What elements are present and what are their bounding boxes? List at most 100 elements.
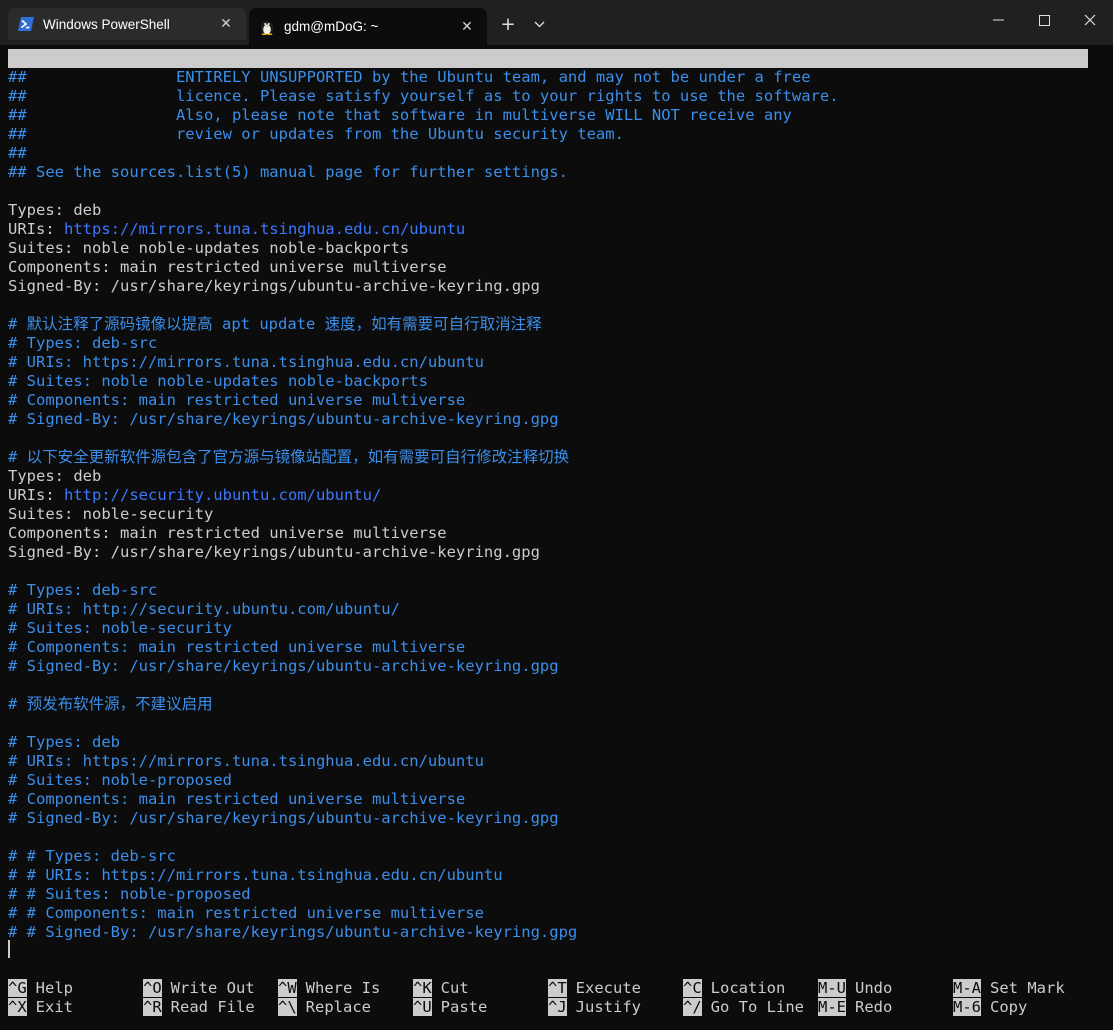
comment-line: # Components: main restricted universe m…: [8, 638, 839, 657]
editor-content[interactable]: ## ENTIRELY UNSUPPORTED by the Ubuntu te…: [8, 68, 839, 942]
close-tab-icon[interactable]: ✕: [212, 10, 240, 38]
terminal-area[interactable]: GNU nano 7.2 /etc/apt/sources.list.d/ubu…: [0, 45, 1113, 1030]
new-tab-button[interactable]: +: [494, 10, 522, 38]
shortcut-location: ^C Location: [683, 979, 785, 998]
comment-line: # Suites: noble-proposed: [8, 771, 839, 790]
line-text: Types: deb: [8, 201, 102, 219]
shortcut-key: ^X: [8, 998, 27, 1016]
comment-line: # Components: main restricted universe m…: [8, 391, 839, 410]
url-text: http://security.ubuntu.com/ubuntu/: [64, 486, 382, 504]
shortcut-label: Execute: [575, 979, 641, 997]
shortcut-row: ^X Exit ^R Read File ^\ Replace ^U Paste ^J Justi…: [8, 998, 1108, 1017]
line-text: # Types: deb-src: [8, 334, 158, 352]
line-text: URIs:: [8, 486, 64, 504]
line-text: # 默认注释了源码镜像以提高 apt update 速度，如有需要可自行取消注释: [8, 315, 542, 333]
comment-line: # Types: deb-src: [8, 581, 839, 600]
shortcut-key: ^T: [548, 979, 567, 997]
line-text: # Components: main restricted universe m…: [8, 391, 466, 409]
close-icon[interactable]: [1067, 0, 1113, 40]
line-text: # URIs: https://mirrors.tuna.tsinghua.ed…: [8, 752, 484, 770]
linux-penguin-icon: [259, 19, 275, 35]
comment-line: # Signed-By: /usr/share/keyrings/ubuntu-…: [8, 809, 839, 828]
shortcut-key: ^U: [413, 998, 432, 1016]
comment-line: # URIs: https://mirrors.tuna.tsinghua.ed…: [8, 353, 839, 372]
line-text: # # Suites: noble-proposed: [8, 885, 251, 903]
shortcut-key: ^C: [683, 979, 702, 997]
line-text: Components: main restricted universe mul…: [8, 258, 447, 276]
line-text: # # Components: main restricted universe…: [8, 904, 484, 922]
comment-line: # Types: deb-src: [8, 334, 839, 353]
line-text: # URIs: https://mirrors.tuna.tsinghua.ed…: [8, 353, 484, 371]
text-line: URIs: https://mirrors.tuna.tsinghua.edu.…: [8, 220, 839, 239]
line-text: ## See the sources.list(5) manual page f…: [8, 163, 568, 181]
shortcut-write-out: ^O Write Out: [143, 979, 255, 998]
comment-line: ## Also, please note that software in mu…: [8, 106, 839, 125]
shortcut-label: Help: [35, 979, 73, 997]
text-line: URIs: http://security.ubuntu.com/ubuntu/: [8, 486, 839, 505]
maximize-icon[interactable]: [1021, 0, 1067, 40]
comment-line: ##: [8, 144, 839, 163]
url-text: https://mirrors.tuna.tsinghua.edu.cn/ubu…: [64, 220, 466, 238]
powershell-icon: [18, 16, 34, 32]
comment-line: ## licence. Please satisfy yourself as t…: [8, 87, 839, 106]
text-line: Signed-By: /usr/share/keyrings/ubuntu-ar…: [8, 543, 839, 562]
shortcut-label: Write Out: [170, 979, 255, 997]
line-text: ## Also, please note that software in mu…: [8, 106, 792, 124]
line-text: URIs:: [8, 220, 64, 238]
shortcut-row: ^G Help ^O Write Out ^W Where Is ^K Cut ^T Execut…: [8, 979, 1108, 998]
line-text: Types: deb: [8, 467, 102, 485]
comment-line: # 以下安全更新软件源包含了官方源与镜像站配置，如有需要可自行修改注释切换: [8, 448, 839, 467]
text-line: Components: main restricted universe mul…: [8, 524, 839, 543]
line-text: Signed-By: /usr/share/keyrings/ubuntu-ar…: [8, 543, 540, 561]
comment-line: ## ENTIRELY UNSUPPORTED by the Ubuntu te…: [8, 68, 839, 87]
shortcut-key: M-U: [818, 979, 846, 997]
comment-line: # 预发布软件源，不建议启用: [8, 695, 839, 714]
shortcut-key: ^R: [143, 998, 162, 1016]
line-text: # Suites: noble-security: [8, 619, 232, 637]
title-bar: Windows PowerShell ✕ gdm@mDoG: ~ ✕ +: [0, 0, 1113, 45]
tab-gdm-terminal[interactable]: gdm@mDoG: ~ ✕: [249, 8, 487, 45]
shortcut-key: M-A: [953, 979, 981, 997]
line-text: # 以下安全更新软件源包含了官方源与镜像站配置，如有需要可自行修改注释切换: [8, 448, 570, 466]
line-text: # Suites: noble-proposed: [8, 771, 232, 789]
line-text: Components: main restricted universe mul…: [8, 524, 447, 542]
shortcut-undo: M-U Undo: [818, 979, 892, 998]
line-text: # 预发布软件源，不建议启用: [8, 695, 213, 713]
line-text: # # Types: deb-src: [8, 847, 176, 865]
tab-windows-powershell[interactable]: Windows PowerShell ✕: [8, 8, 246, 40]
tab-title: Windows PowerShell: [43, 16, 170, 32]
shortcut-label: Go To Line: [710, 998, 804, 1016]
shortcut-justify: ^J Justify: [548, 998, 641, 1017]
shortcut-key: ^K: [413, 979, 432, 997]
shortcut-redo: M-E Redo: [818, 998, 892, 1017]
shortcut-bar: ^G Help ^O Write Out ^W Where Is ^K Cut ^T Execut…: [8, 979, 1108, 1017]
comment-line: # URIs: https://mirrors.tuna.tsinghua.ed…: [8, 752, 839, 771]
nano-title-bar: GNU nano 7.2 /etc/apt/sources.list.d/ubu…: [8, 49, 1088, 105]
shortcut-key: ^W: [278, 979, 297, 997]
line-text: # # Signed-By: /usr/share/keyrings/ubunt…: [8, 923, 578, 941]
line-text: # URIs: http://security.ubuntu.com/ubunt…: [8, 600, 400, 618]
line-text: # Signed-By: /usr/share/keyrings/ubuntu-…: [8, 657, 559, 675]
line-text: # Components: main restricted universe m…: [8, 790, 466, 808]
comment-line: # URIs: http://security.ubuntu.com/ubunt…: [8, 600, 839, 619]
comment-line: # Signed-By: /usr/share/keyrings/ubuntu-…: [8, 410, 839, 429]
chevron-down-icon[interactable]: [526, 10, 552, 38]
line-text: ## ENTIRELY UNSUPPORTED by the Ubuntu te…: [8, 68, 811, 86]
text-cursor: [8, 940, 10, 958]
comment-line: # # Components: main restricted universe…: [8, 904, 839, 923]
shortcut-key: M-6: [953, 998, 981, 1016]
line-text: ## review or updates from the Ubuntu sec…: [8, 125, 624, 143]
text-line: Types: deb: [8, 467, 839, 486]
minimize-icon[interactable]: [975, 0, 1021, 40]
comment-line: # 默认注释了源码镜像以提高 apt update 速度，如有需要可自行取消注释: [8, 315, 839, 334]
shortcut-help: ^G Help: [8, 979, 73, 998]
close-tab-icon[interactable]: ✕: [453, 13, 481, 41]
shortcut-label: Replace: [305, 998, 371, 1016]
comment-line: # Suites: noble noble-updates noble-back…: [8, 372, 839, 391]
line-text: # Types: deb: [8, 733, 120, 751]
shortcut-key: ^G: [8, 979, 27, 997]
shortcut-read-file: ^R Read File: [143, 998, 255, 1017]
comment-line: # Signed-By: /usr/share/keyrings/ubuntu-…: [8, 657, 839, 676]
